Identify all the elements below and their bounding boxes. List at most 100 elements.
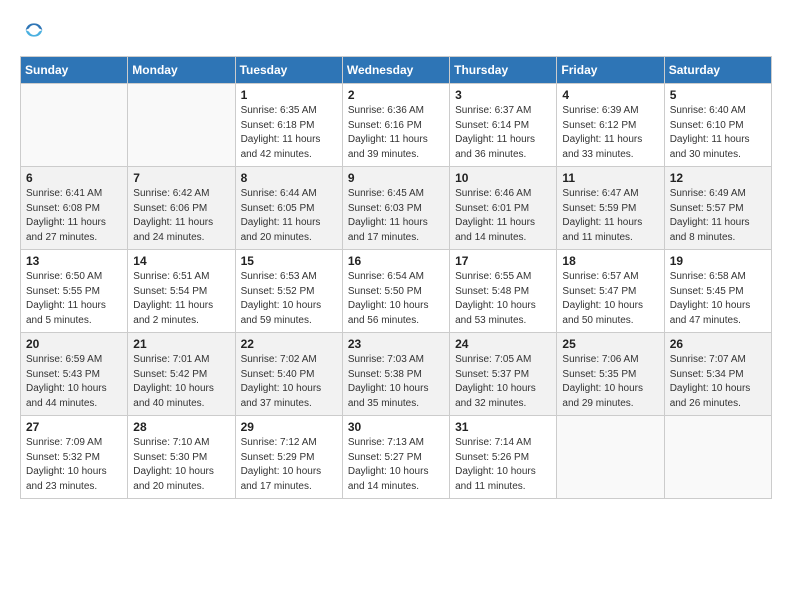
logo bbox=[20, 20, 44, 40]
day-number: 9 bbox=[348, 171, 444, 185]
day-number: 13 bbox=[26, 254, 122, 268]
weekday-header-wednesday: Wednesday bbox=[342, 57, 449, 84]
day-number: 12 bbox=[670, 171, 766, 185]
calendar-day-10: 10 Sunrise: 6:46 AM Sunset: 6:01 PM Dayli… bbox=[450, 167, 557, 250]
calendar-day-12: 12 Sunrise: 6:49 AM Sunset: 5:57 PM Dayli… bbox=[664, 167, 771, 250]
calendar-day-7: 7 Sunrise: 6:42 AM Sunset: 6:06 PM Daylig… bbox=[128, 167, 235, 250]
page-header bbox=[20, 20, 772, 40]
day-number: 16 bbox=[348, 254, 444, 268]
day-number: 11 bbox=[562, 171, 658, 185]
day-info: Sunrise: 6:59 AM Sunset: 5:43 PM Dayligh… bbox=[26, 353, 122, 411]
calendar-day-31: 31Sunrise: 7:14 AM Sunset: 5:26 PM Dayli… bbox=[450, 416, 557, 499]
day-number: 2 bbox=[348, 88, 444, 102]
calendar-week-5: 27 Sunrise: 7:09 AM Sunset: 5:32 PM Dayli… bbox=[21, 416, 772, 499]
day-info: Sunrise: 6:54 AM Sunset: 5:50 PM Dayligh… bbox=[348, 270, 444, 328]
calendar-day-25: 25 Sunrise: 7:06 AM Sunset: 5:35 PM Dayli… bbox=[557, 333, 664, 416]
calendar-day-17: 17 Sunrise: 6:55 AM Sunset: 5:48 PM Dayli… bbox=[450, 250, 557, 333]
calendar-week-2: 6Sunrise: 6:41 AM Sunset: 6:08 PM Daylig… bbox=[21, 167, 772, 250]
calendar-week-1: 1 Sunrise: 6:35 AM Sunset: 6:18 PM Daylig… bbox=[21, 84, 772, 167]
calendar-day-29: 29 Sunrise: 7:12 AM Sunset: 5:29 PM Dayli… bbox=[235, 416, 342, 499]
calendar-day-8: 8 Sunrise: 6:44 AM Sunset: 6:05 PM Daylig… bbox=[235, 167, 342, 250]
weekday-header-thursday: Thursday bbox=[450, 57, 557, 84]
day-info: Sunrise: 7:06 AM Sunset: 5:35 PM Dayligh… bbox=[562, 353, 658, 411]
weekday-header-tuesday: Tuesday bbox=[235, 57, 342, 84]
calendar-day-19: 19Sunrise: 6:58 AM Sunset: 5:45 PM Dayli… bbox=[664, 250, 771, 333]
day-number: 1 bbox=[241, 88, 337, 102]
day-info: Sunrise: 6:35 AM Sunset: 6:18 PM Dayligh… bbox=[241, 104, 337, 162]
day-number: 5 bbox=[670, 88, 766, 102]
calendar-week-4: 20 Sunrise: 6:59 AM Sunset: 5:43 PM Dayli… bbox=[21, 333, 772, 416]
calendar-day-11: 11 Sunrise: 6:47 AM Sunset: 5:59 PM Dayli… bbox=[557, 167, 664, 250]
weekday-header-monday: Monday bbox=[128, 57, 235, 84]
day-info: Sunrise: 7:03 AM Sunset: 5:38 PM Dayligh… bbox=[348, 353, 444, 411]
weekday-header-sunday: Sunday bbox=[21, 57, 128, 84]
calendar-day-30: 30 Sunrise: 7:13 AM Sunset: 5:27 PM Dayli… bbox=[342, 416, 449, 499]
calendar-day-23: 23Sunrise: 7:03 AM Sunset: 5:38 PM Dayli… bbox=[342, 333, 449, 416]
calendar-day-24: 24 Sunrise: 7:05 AM Sunset: 5:37 PM Dayli… bbox=[450, 333, 557, 416]
day-info: Sunrise: 6:57 AM Sunset: 5:47 PM Dayligh… bbox=[562, 270, 658, 328]
calendar-day-4: 4Sunrise: 6:39 AM Sunset: 6:12 PM Daylig… bbox=[557, 84, 664, 167]
day-number: 27 bbox=[26, 420, 122, 434]
day-info: Sunrise: 6:55 AM Sunset: 5:48 PM Dayligh… bbox=[455, 270, 551, 328]
day-info: Sunrise: 6:37 AM Sunset: 6:14 PM Dayligh… bbox=[455, 104, 551, 162]
calendar-day-5: 5 Sunrise: 6:40 AM Sunset: 6:10 PM Daylig… bbox=[664, 84, 771, 167]
weekday-header-saturday: Saturday bbox=[664, 57, 771, 84]
day-info: Sunrise: 7:14 AM Sunset: 5:26 PM Dayligh… bbox=[455, 436, 551, 494]
day-number: 24 bbox=[455, 337, 551, 351]
calendar-day-27: 27 Sunrise: 7:09 AM Sunset: 5:32 PM Dayli… bbox=[21, 416, 128, 499]
calendar-empty-cell bbox=[664, 416, 771, 499]
logo-icon bbox=[24, 20, 44, 40]
day-info: Sunrise: 7:07 AM Sunset: 5:34 PM Dayligh… bbox=[670, 353, 766, 411]
day-info: Sunrise: 6:51 AM Sunset: 5:54 PM Dayligh… bbox=[133, 270, 229, 328]
day-number: 17 bbox=[455, 254, 551, 268]
calendar-empty-cell bbox=[21, 84, 128, 167]
day-info: Sunrise: 6:49 AM Sunset: 5:57 PM Dayligh… bbox=[670, 187, 766, 245]
day-number: 29 bbox=[241, 420, 337, 434]
day-info: Sunrise: 7:13 AM Sunset: 5:27 PM Dayligh… bbox=[348, 436, 444, 494]
day-info: Sunrise: 7:12 AM Sunset: 5:29 PM Dayligh… bbox=[241, 436, 337, 494]
day-number: 8 bbox=[241, 171, 337, 185]
day-info: Sunrise: 6:44 AM Sunset: 6:05 PM Dayligh… bbox=[241, 187, 337, 245]
day-number: 25 bbox=[562, 337, 658, 351]
day-number: 22 bbox=[241, 337, 337, 351]
weekday-header-row: SundayMondayTuesdayWednesdayThursdayFrid… bbox=[21, 57, 772, 84]
calendar-day-2: 2 Sunrise: 6:36 AM Sunset: 6:16 PM Daylig… bbox=[342, 84, 449, 167]
calendar-day-6: 6Sunrise: 6:41 AM Sunset: 6:08 PM Daylig… bbox=[21, 167, 128, 250]
day-number: 10 bbox=[455, 171, 551, 185]
day-number: 26 bbox=[670, 337, 766, 351]
calendar-day-14: 14 Sunrise: 6:51 AM Sunset: 5:54 PM Dayli… bbox=[128, 250, 235, 333]
day-info: Sunrise: 6:40 AM Sunset: 6:10 PM Dayligh… bbox=[670, 104, 766, 162]
calendar-day-21: 21Sunrise: 7:01 AM Sunset: 5:42 PM Dayli… bbox=[128, 333, 235, 416]
calendar-day-9: 9Sunrise: 6:45 AM Sunset: 6:03 PM Daylig… bbox=[342, 167, 449, 250]
calendar-day-13: 13Sunrise: 6:50 AM Sunset: 5:55 PM Dayli… bbox=[21, 250, 128, 333]
day-number: 28 bbox=[133, 420, 229, 434]
day-info: Sunrise: 6:47 AM Sunset: 5:59 PM Dayligh… bbox=[562, 187, 658, 245]
day-number: 21 bbox=[133, 337, 229, 351]
day-number: 15 bbox=[241, 254, 337, 268]
calendar-day-1: 1 Sunrise: 6:35 AM Sunset: 6:18 PM Daylig… bbox=[235, 84, 342, 167]
calendar-day-3: 3Sunrise: 6:37 AM Sunset: 6:14 PM Daylig… bbox=[450, 84, 557, 167]
day-info: Sunrise: 7:05 AM Sunset: 5:37 PM Dayligh… bbox=[455, 353, 551, 411]
day-number: 6 bbox=[26, 171, 122, 185]
weekday-header-friday: Friday bbox=[557, 57, 664, 84]
day-info: Sunrise: 7:09 AM Sunset: 5:32 PM Dayligh… bbox=[26, 436, 122, 494]
day-info: Sunrise: 6:39 AM Sunset: 6:12 PM Dayligh… bbox=[562, 104, 658, 162]
day-info: Sunrise: 7:02 AM Sunset: 5:40 PM Dayligh… bbox=[241, 353, 337, 411]
calendar-day-16: 16 Sunrise: 6:54 AM Sunset: 5:50 PM Dayli… bbox=[342, 250, 449, 333]
day-info: Sunrise: 6:46 AM Sunset: 6:01 PM Dayligh… bbox=[455, 187, 551, 245]
day-info: Sunrise: 7:10 AM Sunset: 5:30 PM Dayligh… bbox=[133, 436, 229, 494]
day-number: 20 bbox=[26, 337, 122, 351]
day-number: 18 bbox=[562, 254, 658, 268]
calendar-table: SundayMondayTuesdayWednesdayThursdayFrid… bbox=[20, 56, 772, 499]
day-number: 19 bbox=[670, 254, 766, 268]
day-number: 14 bbox=[133, 254, 229, 268]
calendar-day-28: 28 Sunrise: 7:10 AM Sunset: 5:30 PM Dayli… bbox=[128, 416, 235, 499]
calendar-week-3: 13Sunrise: 6:50 AM Sunset: 5:55 PM Dayli… bbox=[21, 250, 772, 333]
day-info: Sunrise: 6:42 AM Sunset: 6:06 PM Dayligh… bbox=[133, 187, 229, 245]
day-number: 30 bbox=[348, 420, 444, 434]
calendar-empty-cell bbox=[128, 84, 235, 167]
calendar-empty-cell bbox=[557, 416, 664, 499]
day-number: 7 bbox=[133, 171, 229, 185]
day-info: Sunrise: 6:36 AM Sunset: 6:16 PM Dayligh… bbox=[348, 104, 444, 162]
calendar-day-22: 22 Sunrise: 7:02 AM Sunset: 5:40 PM Dayli… bbox=[235, 333, 342, 416]
